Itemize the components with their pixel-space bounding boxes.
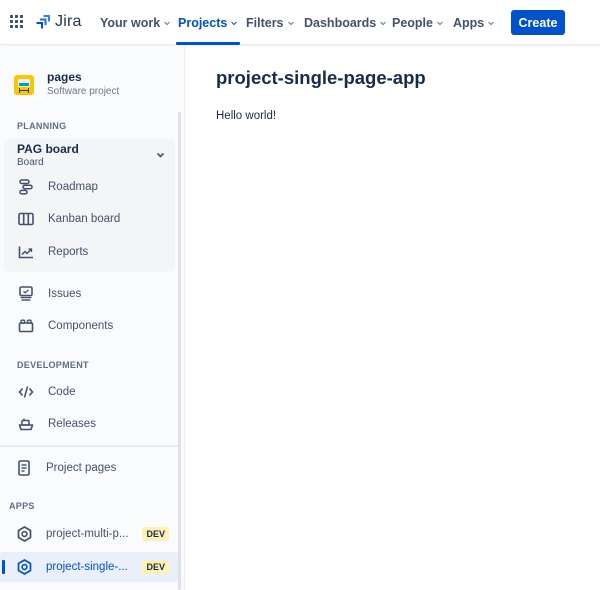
jira-logo-icon	[36, 15, 50, 29]
sidebar-divider	[0, 445, 180, 447]
sidebar-item-label: project-single-...	[46, 561, 128, 573]
sidebar-item-label: Code	[48, 386, 76, 398]
nav-filters-label: Filters	[246, 15, 284, 30]
roadmap-icon	[18, 179, 34, 195]
sidebar-item-kanban-board[interactable]: Kanban board	[4, 204, 175, 234]
sidebar-item-reports[interactable]: Reports	[4, 237, 175, 267]
code-icon	[18, 384, 34, 400]
sidebar-item-code[interactable]: Code	[4, 377, 175, 407]
nav-apps-label: Apps	[453, 15, 485, 30]
sidebar-app-project-single[interactable]: project-single-... DEV	[0, 552, 178, 582]
app-hexagon-icon	[16, 526, 32, 542]
sidebar-item-releases[interactable]: Releases	[4, 409, 175, 439]
active-indicator	[2, 560, 5, 574]
sidebar-item-label: project-multi-p...	[46, 528, 129, 540]
page-body-text: Hello world!	[216, 110, 277, 122]
sidebar-item-label: Reports	[48, 246, 89, 258]
sidebar-item-label: Project pages	[46, 462, 117, 474]
nav-people[interactable]: People	[392, 0, 444, 45]
nav-projects-label: Projects	[178, 15, 228, 30]
issues-icon	[18, 286, 34, 302]
nav-your-work[interactable]: Your work	[100, 0, 171, 45]
chevron-down-icon	[164, 21, 171, 25]
chevron-down-icon	[488, 21, 495, 25]
chevron-down-icon	[380, 21, 387, 25]
sidebar-item-label: Components	[48, 320, 114, 332]
nav-dashboards[interactable]: Dashboards	[304, 0, 387, 45]
kanban-board-icon	[18, 211, 34, 227]
board-type: Board	[17, 157, 44, 168]
dev-badge: DEV	[142, 560, 169, 574]
sidebar-item-issues[interactable]: Issues	[4, 279, 175, 309]
main-content: project-single-page-app Hello world!	[186, 46, 600, 590]
top-navigation: Jira Your work Projects Filters Dashboar…	[0, 0, 600, 45]
chevron-down-icon	[231, 21, 238, 25]
page-title: project-single-page-app	[216, 67, 426, 88]
chevron-down-icon	[437, 21, 443, 25]
reports-icon	[18, 244, 34, 260]
project-name: pages	[47, 70, 82, 84]
project-header[interactable]: pages Software project	[14, 70, 119, 100]
sidebar-item-label: Roadmap	[48, 181, 98, 193]
nav-projects[interactable]: Projects	[175, 0, 241, 45]
board-name: PAG board	[17, 142, 79, 156]
board-selector[interactable]: PAG board Board	[17, 142, 167, 170]
app-hexagon-icon	[16, 559, 32, 575]
nav-dashboards-label: Dashboards	[304, 15, 377, 30]
project-pages-icon	[16, 460, 32, 476]
nav-people-label: People	[392, 15, 433, 30]
nav-your-work-label: Your work	[100, 15, 161, 30]
jira-logo[interactable]: Jira	[35, 12, 82, 32]
section-label-apps: APPS	[9, 501, 35, 511]
sidebar-item-label: Issues	[48, 288, 82, 300]
section-label-planning: PLANNING	[17, 121, 67, 131]
sidebar-scrollbar[interactable]	[178, 112, 181, 590]
project-avatar-icon	[14, 75, 34, 95]
components-icon	[18, 318, 34, 334]
sidebar-app-project-multi[interactable]: project-multi-p... DEV	[0, 519, 180, 549]
releases-icon	[18, 416, 34, 432]
dev-badge: DEV	[142, 527, 169, 541]
sidebar-item-components[interactable]: Components	[4, 311, 175, 341]
app-switcher-icon[interactable]	[10, 15, 24, 29]
jira-logo-text: Jira	[55, 13, 82, 30]
project-sidebar: pages Software project PLANNING PAG boar…	[0, 46, 185, 590]
nav-apps[interactable]: Apps	[453, 0, 495, 45]
section-label-development: DEVELOPMENT	[17, 360, 89, 370]
chevron-down-icon	[156, 152, 165, 158]
sidebar-item-label: Releases	[48, 418, 96, 430]
sidebar-item-project-pages[interactable]: Project pages	[4, 453, 175, 483]
sidebar-item-label: Kanban board	[48, 213, 121, 225]
create-button[interactable]: Create	[511, 10, 565, 35]
chevron-down-icon	[287, 21, 294, 25]
sidebar-item-roadmap[interactable]: Roadmap	[4, 172, 175, 202]
nav-filters[interactable]: Filters	[246, 0, 295, 45]
project-type: Software project	[47, 86, 120, 97]
